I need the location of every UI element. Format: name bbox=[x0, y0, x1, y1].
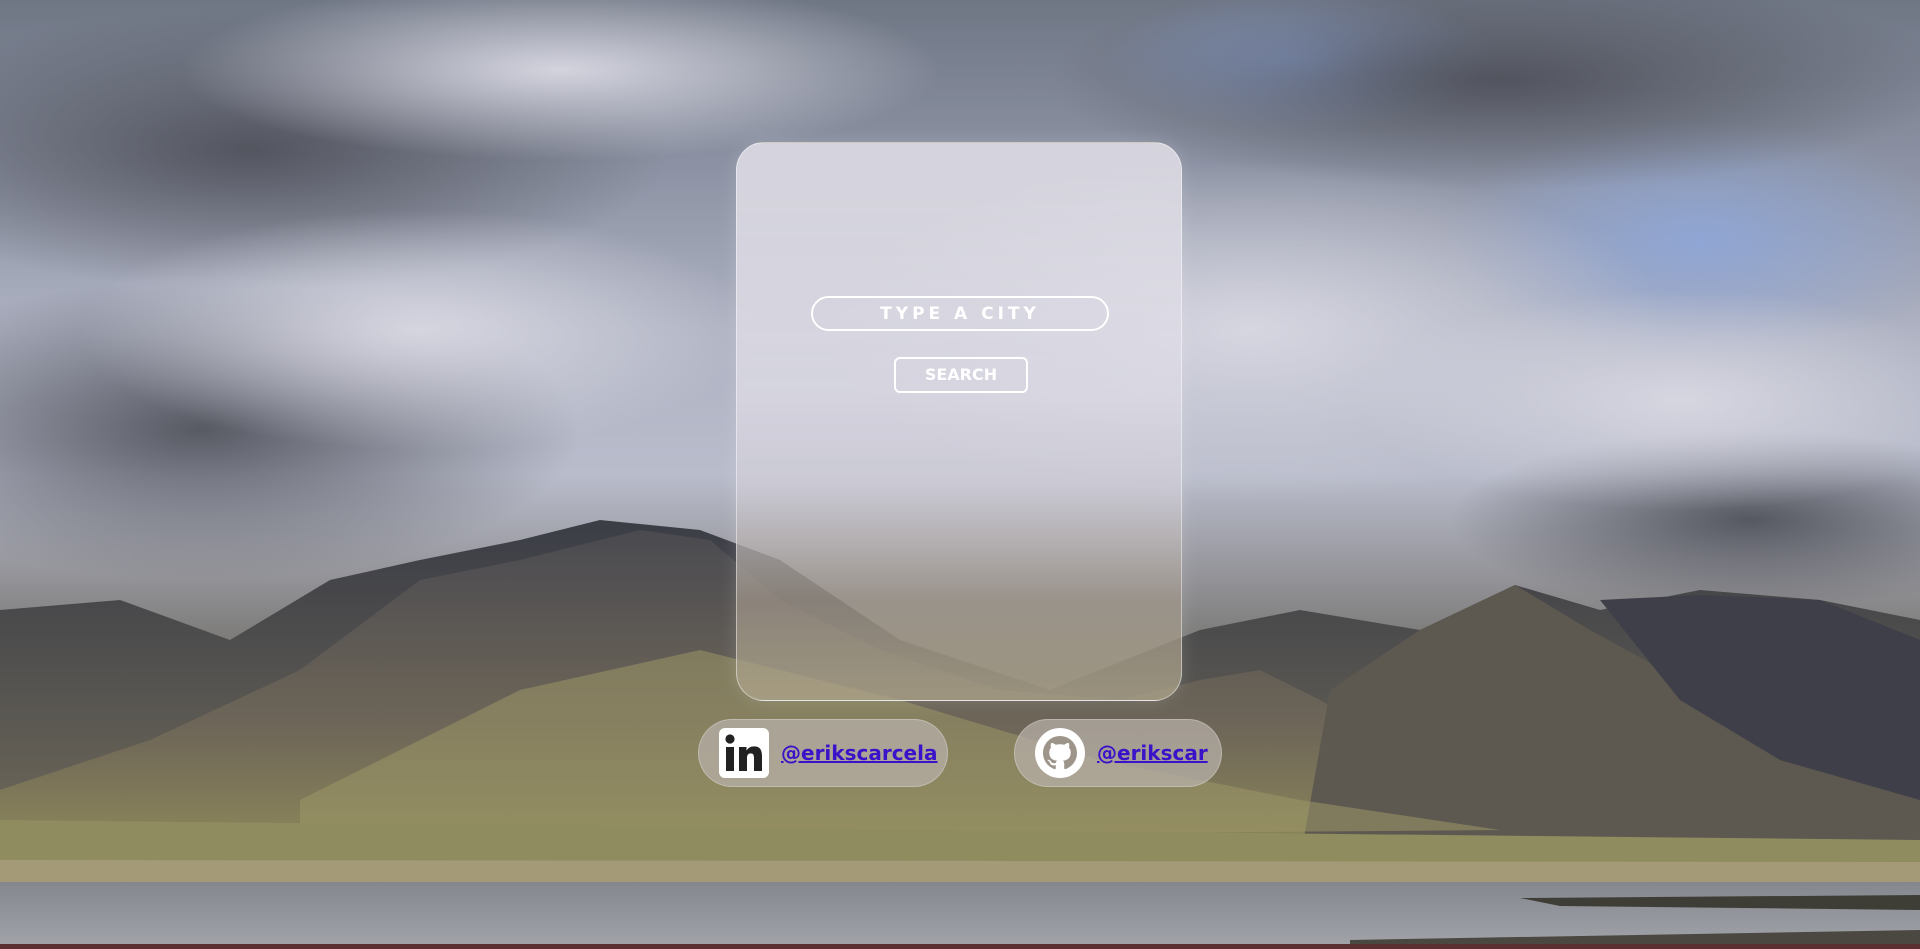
background-landscape: SEARCH @erikscarcela @erikscar bbox=[0, 0, 1920, 949]
github-badge: @erikscar bbox=[1014, 719, 1222, 787]
github-icon[interactable] bbox=[1035, 728, 1085, 778]
search-button[interactable]: SEARCH bbox=[894, 357, 1028, 393]
linkedin-badge: @erikscarcela bbox=[698, 719, 948, 787]
city-search-input[interactable] bbox=[811, 296, 1109, 331]
linkedin-icon[interactable] bbox=[719, 728, 769, 778]
search-card: SEARCH bbox=[736, 142, 1182, 701]
linkedin-handle-link[interactable]: @erikscarcela bbox=[781, 741, 937, 765]
bottom-edge bbox=[0, 944, 1920, 949]
github-handle-link[interactable]: @erikscar bbox=[1097, 741, 1208, 765]
